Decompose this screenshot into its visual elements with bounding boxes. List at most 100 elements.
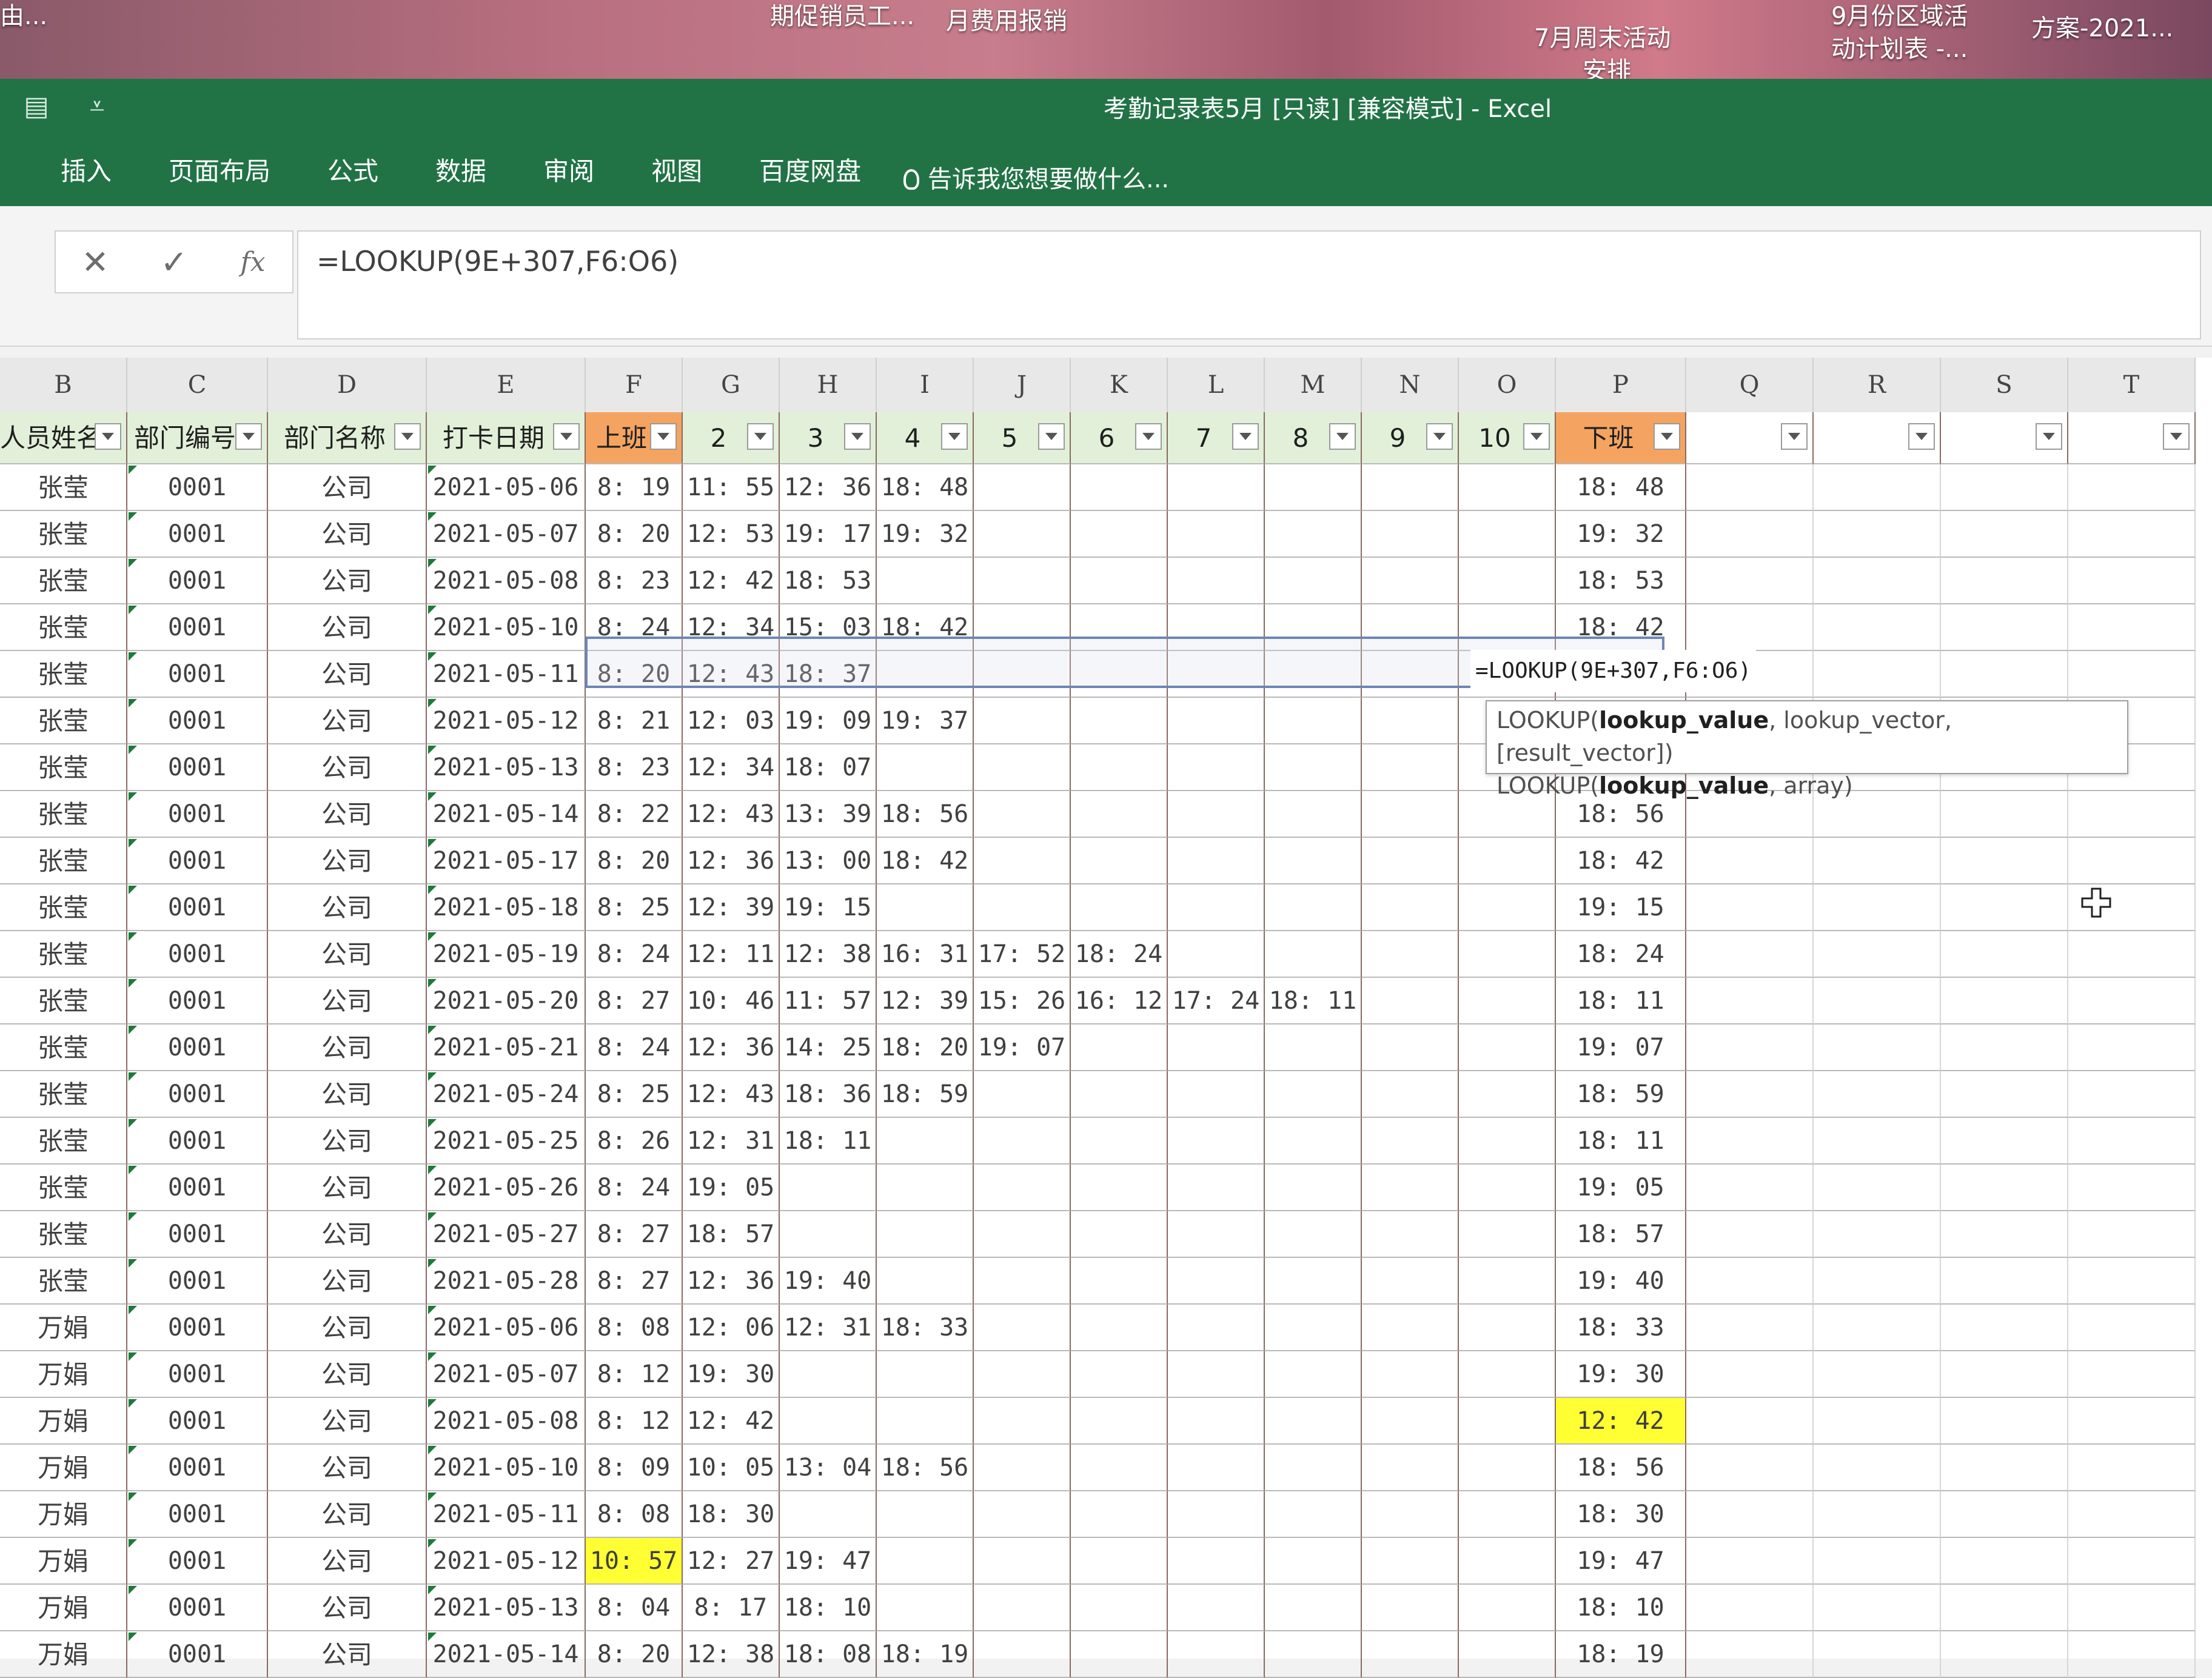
table-cell[interactable]: 18: 20 xyxy=(877,1025,974,1071)
table-cell[interactable]: 12: 42 xyxy=(1556,1398,1686,1445)
formula-input[interactable]: =LOOKUP(9E+307,F6:O6) xyxy=(297,230,2201,339)
table-cell[interactable]: 17: 24 xyxy=(1168,978,1265,1025)
table-cell[interactable]: 12: 31 xyxy=(683,1118,780,1165)
column-header[interactable]: F xyxy=(586,358,683,412)
table-cell[interactable] xyxy=(1168,791,1265,838)
table-cell[interactable] xyxy=(1941,884,2068,931)
table-cell[interactable] xyxy=(1071,1118,1168,1165)
table-cell[interactable] xyxy=(1686,511,1814,558)
table-cell[interactable] xyxy=(1814,1398,1941,1445)
table-cell[interactable] xyxy=(1814,1445,1941,1491)
ribbon-tab[interactable]: 插入 xyxy=(36,150,136,193)
table-cell[interactable] xyxy=(1265,1071,1362,1118)
table-cell[interactable] xyxy=(1814,511,1941,558)
table-cell[interactable] xyxy=(1814,1211,1941,1258)
table-cell[interactable] xyxy=(1168,884,1265,931)
table-cell[interactable]: 2021-05-13 xyxy=(427,1585,586,1631)
desktop-icon[interactable]: 期促销员工... xyxy=(770,0,914,33)
table-cell[interactable] xyxy=(1814,838,1941,884)
table-cell[interactable] xyxy=(1686,978,1814,1025)
table-cell[interactable] xyxy=(877,1258,974,1305)
table-cell[interactable]: 18: 33 xyxy=(877,1305,974,1351)
table-cell[interactable] xyxy=(2068,1165,2196,1211)
table-cell[interactable] xyxy=(974,511,1071,558)
table-cell[interactable] xyxy=(2068,1631,2196,1678)
table-cell[interactable] xyxy=(1071,1491,1168,1538)
table-cell[interactable] xyxy=(2068,1491,2196,1538)
table-cell[interactable] xyxy=(2068,1305,2196,1351)
table-cell[interactable] xyxy=(974,1118,1071,1165)
table-cell[interactable] xyxy=(1071,1211,1168,1258)
table-cell[interactable] xyxy=(1362,1398,1459,1445)
table-cell[interactable] xyxy=(2068,651,2196,698)
table-cell[interactable] xyxy=(877,1165,974,1211)
table-cell[interactable] xyxy=(1814,978,1941,1025)
table-cell[interactable]: 8: 27 xyxy=(586,978,683,1025)
table-cell[interactable]: 18: 56 xyxy=(877,1445,974,1491)
table-cell[interactable]: 0001 xyxy=(127,838,268,884)
table-cell[interactable] xyxy=(974,744,1071,791)
table-cell[interactable]: 2021-05-19 xyxy=(427,931,586,978)
table-cell[interactable] xyxy=(877,1585,974,1631)
table-cell[interactable] xyxy=(1459,1305,1556,1351)
table-cell[interactable] xyxy=(1265,931,1362,978)
table-cell[interactable] xyxy=(974,838,1071,884)
table-row[interactable]: 张莹 xyxy=(0,884,127,931)
table-row[interactable]: 张莹 xyxy=(0,698,127,744)
table-header-cell[interactable]: 7 xyxy=(1168,412,1265,464)
table-header-cell[interactable]: 8 xyxy=(1265,412,1362,464)
table-cell[interactable]: 公司 xyxy=(268,698,427,744)
table-row[interactable]: 张莹 xyxy=(0,744,127,791)
table-cell[interactable] xyxy=(1686,464,1814,511)
table-cell[interactable] xyxy=(1071,1398,1168,1445)
table-header-cell[interactable] xyxy=(2068,412,2196,464)
table-cell[interactable] xyxy=(1686,931,1814,978)
table-cell[interactable]: 0001 xyxy=(127,1258,268,1305)
table-cell[interactable] xyxy=(1941,1491,2068,1538)
table-row[interactable]: 张莹 xyxy=(0,1071,127,1118)
table-cell[interactable]: 公司 xyxy=(268,744,427,791)
table-cell[interactable]: 0001 xyxy=(127,604,268,651)
table-cell[interactable] xyxy=(877,1398,974,1445)
table-cell[interactable] xyxy=(974,1491,1071,1538)
filter-dropdown-icon[interactable] xyxy=(1781,423,1808,450)
table-cell[interactable] xyxy=(1071,744,1168,791)
table-cell[interactable] xyxy=(1168,558,1265,604)
table-cell[interactable]: 2021-05-17 xyxy=(427,838,586,884)
table-cell[interactable]: 8: 24 xyxy=(586,1025,683,1071)
table-cell[interactable]: 18: 30 xyxy=(1556,1491,1686,1538)
table-cell[interactable]: 18: 08 xyxy=(780,1631,877,1678)
table-cell[interactable]: 0001 xyxy=(127,1538,268,1585)
table-cell[interactable] xyxy=(2068,1025,2196,1071)
table-cell[interactable] xyxy=(1686,558,1814,604)
table-cell[interactable]: 2021-05-12 xyxy=(427,1538,586,1585)
table-cell[interactable] xyxy=(1459,1025,1556,1071)
table-cell[interactable]: 8: 20 xyxy=(586,511,683,558)
table-header-cell[interactable]: 部门名称 xyxy=(268,412,427,464)
table-cell[interactable] xyxy=(974,791,1071,838)
table-cell[interactable] xyxy=(974,1258,1071,1305)
table-cell[interactable]: 19: 09 xyxy=(780,698,877,744)
table-cell[interactable] xyxy=(1686,1025,1814,1071)
table-cell[interactable]: 公司 xyxy=(268,1585,427,1631)
table-cell[interactable] xyxy=(1814,1025,1941,1071)
table-cell[interactable]: 12: 36 xyxy=(683,838,780,884)
table-cell[interactable]: 12: 39 xyxy=(683,884,780,931)
table-row[interactable]: 张莹 xyxy=(0,978,127,1025)
table-cell[interactable]: 18: 07 xyxy=(780,744,877,791)
table-cell[interactable] xyxy=(1941,604,2068,651)
table-cell[interactable]: 18: 10 xyxy=(1556,1585,1686,1631)
table-cell[interactable] xyxy=(1265,511,1362,558)
table-cell[interactable] xyxy=(1071,464,1168,511)
table-cell[interactable]: 0001 xyxy=(127,464,268,511)
table-cell[interactable] xyxy=(780,1211,877,1258)
table-cell[interactable] xyxy=(2068,604,2196,651)
desktop-icon[interactable]: 方案-2021... xyxy=(2031,12,2173,45)
table-cell[interactable] xyxy=(1265,1398,1362,1445)
table-cell[interactable]: 12: 36 xyxy=(780,464,877,511)
table-cell[interactable]: 14: 25 xyxy=(780,1025,877,1071)
column-header[interactable]: O xyxy=(1459,358,1556,412)
table-cell[interactable]: 0001 xyxy=(127,1118,268,1165)
filter-dropdown-icon[interactable] xyxy=(1232,423,1259,450)
table-cell[interactable] xyxy=(1362,884,1459,931)
